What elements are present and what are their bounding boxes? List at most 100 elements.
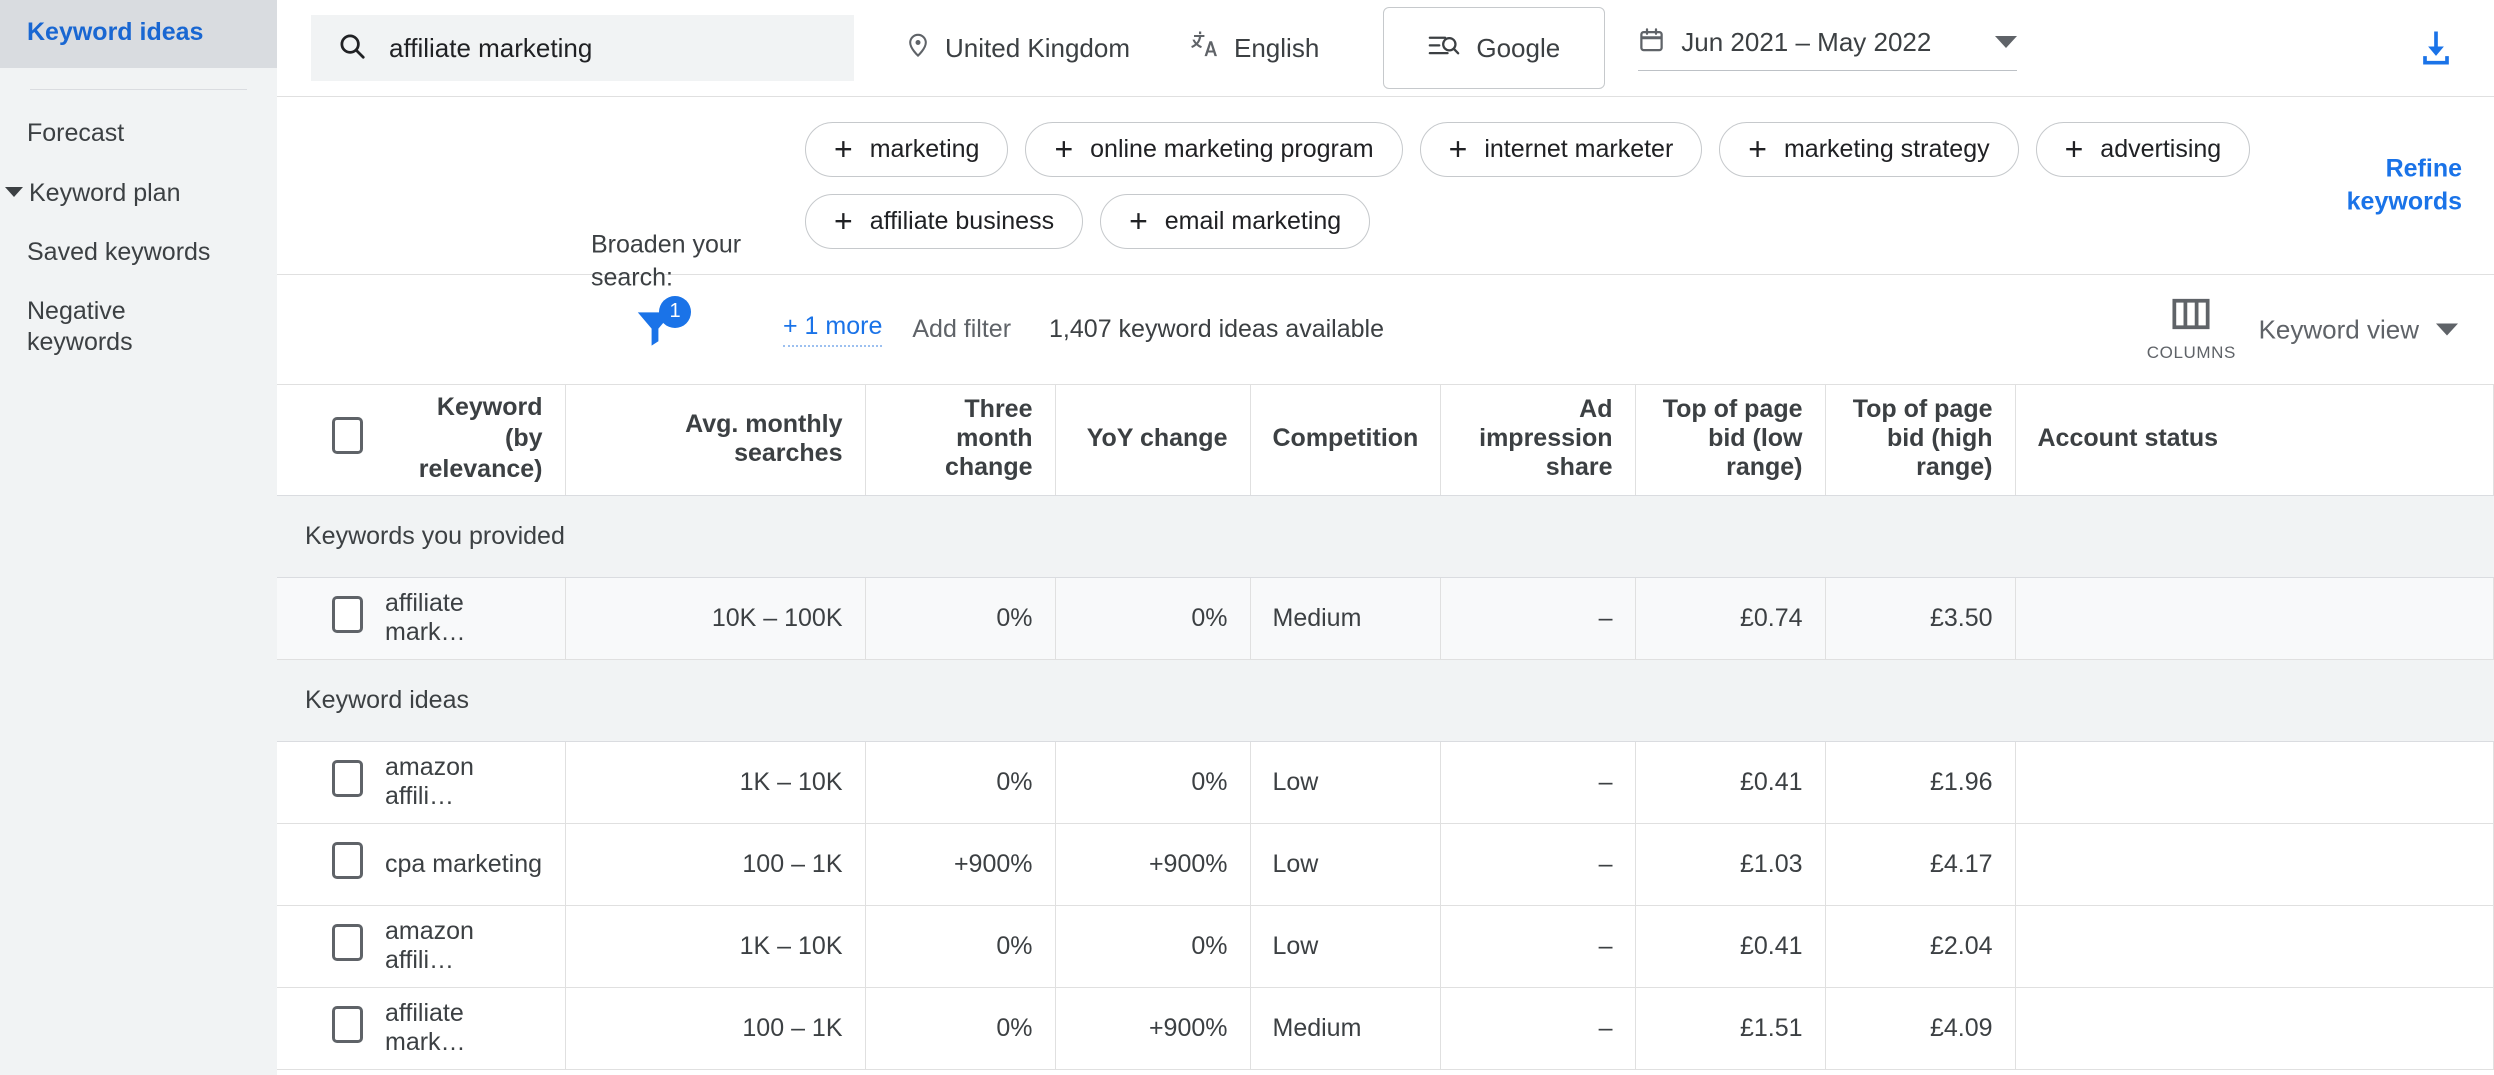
sidebar-item-label: Forecast [27, 119, 125, 148]
cell-ad-impression-share: – [1440, 577, 1636, 660]
table-row[interactable]: amazon affili… 1K – 10K 0% 0% Low – £0.4… [277, 741, 2494, 824]
sidebar-item-saved-keywords[interactable]: Saved keywords [0, 209, 277, 268]
columns-label: COLUMNS [2146, 342, 2236, 362]
view-selector-label: Keyword view [2258, 314, 2419, 344]
search-input[interactable]: affiliate marketing [311, 15, 854, 81]
cell-competition: Low [1250, 823, 1441, 906]
broaden-chip[interactable]: + internet marketer [1419, 122, 1703, 177]
column-header-competition[interactable]: Competition [1250, 385, 1441, 496]
column-header-yoy-change[interactable]: YoY change [1055, 385, 1251, 496]
chevron-down-icon [1995, 36, 2018, 48]
search-query-text: affiliate marketing [389, 32, 593, 63]
broaden-chip-label: email marketing [1164, 207, 1342, 235]
cell-competition: Medium [1250, 577, 1441, 660]
columns-button[interactable]: COLUMNS [2147, 297, 2236, 363]
cell-avg-monthly-searches: 1K – 10K [565, 741, 866, 824]
filter-count-badge: 1 [659, 295, 691, 328]
refine-keywords-button[interactable]: Refine keywords [2252, 152, 2462, 220]
broaden-chip[interactable]: + email marketing [1100, 194, 1371, 249]
table-section-title: Keyword ideas [277, 659, 2494, 742]
keyword-table: Keyword (by relevance) Avg. monthly sear… [277, 385, 2494, 1070]
filter-icon[interactable]: 1 [631, 295, 691, 358]
row-select-cell [277, 905, 385, 988]
column-header-keyword[interactable]: Keyword (by relevance) [385, 385, 566, 496]
row-checkbox[interactable] [332, 596, 363, 633]
date-range-selector[interactable]: Jun 2021 – May 2022 [1638, 26, 2018, 71]
broaden-chip[interactable]: + marketing [805, 122, 1009, 177]
cell-bid-low: £0.74 [1635, 577, 1826, 660]
broaden-chip[interactable]: + online marketing program [1025, 122, 1403, 177]
cell-competition: Low [1250, 905, 1441, 988]
cell-competition: Medium [1250, 987, 1441, 1070]
location-selector[interactable]: United Kingdom [905, 30, 1130, 67]
cell-three-month-change: 0% [865, 987, 1056, 1070]
translate-icon [1191, 30, 1220, 66]
cell-bid-low: £0.41 [1635, 741, 1826, 824]
view-selector[interactable]: Keyword view [2259, 314, 2458, 345]
sidebar-item-label: Saved keywords [27, 237, 211, 266]
plus-icon: + [834, 202, 853, 239]
column-header-three-month-change[interactable]: Three month change [865, 385, 1056, 496]
keyword-table-container: Keyword (by relevance) Avg. monthly sear… [277, 385, 2494, 1075]
broaden-chip[interactable]: + marketing strategy [1719, 122, 2019, 177]
cell-ad-impression-share: – [1440, 905, 1636, 988]
cell-three-month-change: 0% [865, 905, 1056, 988]
row-select-cell [277, 741, 385, 824]
cell-avg-monthly-searches: 100 – 1K [565, 987, 866, 1070]
table-row[interactable]: cpa marketing 100 – 1K +900% +900% Low –… [277, 823, 2494, 906]
cell-avg-monthly-searches: 100 – 1K [565, 823, 866, 906]
cell-yoy-change: 0% [1055, 905, 1251, 988]
column-header-ad-impression-share[interactable]: Ad impression share [1440, 385, 1636, 496]
sidebar-item-label: Keyword plan [29, 178, 181, 207]
plus-icon: + [1748, 130, 1767, 167]
row-checkbox[interactable] [332, 924, 363, 961]
table-row[interactable]: affiliate mark… 10K – 100K 0% 0% Medium … [277, 577, 2494, 660]
table-row[interactable]: amazon affili… 1K – 10K 0% 0% Low – £0.4… [277, 905, 2494, 988]
broaden-chip-label: marketing [869, 135, 980, 163]
sidebar-item-keyword-ideas[interactable]: Keyword ideas [0, 0, 277, 69]
sidebar-item-label: Negative keywords [27, 297, 133, 357]
search-icon [337, 31, 367, 66]
row-select-cell [277, 987, 385, 1070]
cell-bid-high: £2.04 [1825, 905, 2016, 988]
filter-toolbar: 1 + 1 more Add filter 1,407 keyword idea… [277, 275, 2494, 385]
select-all-checkbox[interactable] [332, 416, 363, 454]
search-network-selector[interactable]: Google [1383, 7, 1606, 89]
cell-yoy-change: 0% [1055, 741, 1251, 824]
broaden-chip-list: + marketing + online marketing program +… [805, 104, 2295, 267]
plus-icon: + [1054, 130, 1074, 167]
cell-keyword: affiliate mark… [385, 577, 566, 660]
column-header-account-status[interactable]: Account status [2015, 385, 2494, 496]
cell-ad-impression-share: – [1440, 823, 1636, 906]
keyword-planner-app: Keyword ideas Forecast Keyword plan Save… [0, 0, 2494, 1075]
cell-three-month-change: 0% [865, 741, 1056, 824]
cell-bid-high: £4.09 [1825, 987, 2016, 1070]
row-checkbox[interactable] [332, 1006, 363, 1043]
sidebar-item-negative-keywords[interactable]: Negative keywords [0, 268, 160, 359]
cell-three-month-change: 0% [865, 577, 1056, 660]
plus-icon: + [834, 130, 853, 167]
download-button[interactable] [2414, 26, 2458, 70]
search-network-label: Google [1476, 32, 1561, 63]
add-filter-button[interactable]: Add filter [912, 315, 1011, 344]
cell-keyword: cpa marketing [385, 823, 566, 906]
cell-account-status [2015, 987, 2494, 1070]
more-filters-link[interactable]: + 1 more [783, 312, 883, 347]
row-checkbox[interactable] [332, 842, 363, 879]
refine-keywords-line2: keywords [2346, 187, 2462, 216]
language-selector[interactable]: English [1191, 30, 1319, 66]
table-row[interactable]: affiliate mark… 100 – 1K 0% +900% Medium… [277, 987, 2494, 1070]
sidebar-item-keyword-plan[interactable]: Keyword plan [0, 150, 277, 209]
broaden-chip[interactable]: + affiliate business [805, 194, 1084, 249]
row-checkbox[interactable] [332, 760, 363, 797]
search-toolbar: affiliate marketing United Kingdom Engli… [277, 0, 2494, 97]
cell-keyword: amazon affili… [385, 741, 566, 824]
column-header-avg-monthly-searches[interactable]: Avg. monthly searches [565, 385, 866, 496]
column-header-bid-low[interactable]: Top of page bid (low range) [1635, 385, 1826, 496]
broaden-chip[interactable]: + advertising [2035, 122, 2251, 177]
sidebar-item-forecast[interactable]: Forecast [0, 90, 277, 149]
column-header-bid-high[interactable]: Top of page bid (high range) [1825, 385, 2016, 496]
keyword-ideas-count: 1,407 keyword ideas available [1049, 315, 1384, 343]
cell-bid-high: £4.17 [1825, 823, 2016, 906]
plus-icon: + [2064, 130, 2084, 167]
